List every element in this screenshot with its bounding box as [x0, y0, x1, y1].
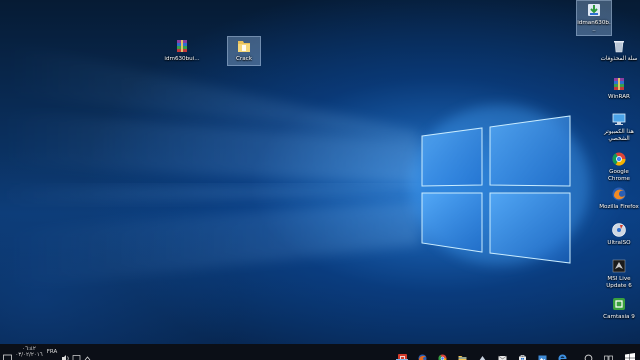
desktop-icon-mozilla-firefox[interactable]: Mozilla Firefox [598, 186, 640, 211]
desktop-icon-idm-build[interactable]: idm630bui... [156, 38, 208, 63]
taskbar-pictures[interactable] [532, 344, 552, 360]
desktop-icon-label: سلة المحذوفات [600, 56, 638, 62]
cortana-circle-icon [584, 348, 593, 360]
speaker-icon [61, 348, 70, 360]
desktop-icon-label: هذا الكمبيوتر الشخصي [604, 129, 634, 142]
desktop-icon-google-chrome[interactable]: Google Chrome [598, 151, 640, 182]
desktop-icon-ultraiso[interactable]: UltraISO [598, 222, 640, 247]
taskbar-camtasia[interactable] [392, 344, 412, 360]
desktop-icon-winrar[interactable]: WinRAR [598, 76, 640, 101]
desktop-icon-label: idm630bui... [164, 56, 200, 62]
desktop-icon-label: UltraISO [607, 240, 631, 246]
taskbar-file-explorer[interactable] [452, 344, 472, 360]
desktop-icon-msi-live-update[interactable]: MSI Live Update 6 [598, 258, 640, 289]
desktop-icon-label: Mozilla Firefox [599, 204, 639, 210]
recycle-bin-icon [611, 38, 627, 54]
desktop-icon-recycle-bin[interactable]: سلة المحذوفات [598, 38, 640, 63]
edge-app-icon [558, 348, 567, 360]
start-button[interactable] [618, 344, 640, 360]
taskbar-people[interactable] [472, 344, 492, 360]
desktop-icon-crack-folder[interactable]: Crack [227, 36, 261, 66]
camtasia-app-icon [397, 348, 407, 360]
winrar-archive-icon [174, 38, 190, 54]
volume-button[interactable] [60, 344, 71, 360]
store-app-icon [518, 348, 527, 360]
desktop-icon-this-pc[interactable]: هذا الكمبيوتر الشخصي [598, 111, 640, 142]
desktop-icon-label: MSI Live Update 6 [606, 276, 632, 289]
desktop-icon-label: Crack [236, 56, 252, 62]
chrome-app-icon [437, 348, 447, 360]
computer-icon [611, 111, 627, 127]
pictures-app-icon [538, 348, 547, 360]
chrome-icon [611, 151, 627, 167]
windows-logo-wallpaper [0, 40, 590, 290]
taskbar-edge[interactable] [552, 344, 572, 360]
notification-center-icon [2, 348, 12, 360]
taskbar-firefox[interactable] [412, 344, 432, 360]
taskbar-chrome[interactable] [432, 344, 452, 360]
desktop-icon-label: Camtasia 9 [603, 314, 635, 320]
task-view-button[interactable] [598, 344, 618, 360]
desktop-icon-label: idman630b... [577, 20, 611, 33]
desktop-icon-camtasia[interactable]: Camtasia 9 [598, 296, 640, 321]
network-icon [72, 348, 81, 360]
desktop-icon-label: Google Chrome [608, 169, 630, 182]
winrar-icon [611, 76, 627, 92]
taskbar-mail[interactable] [492, 344, 512, 360]
windows-start-icon [624, 348, 635, 360]
chevron-up-icon [83, 348, 92, 360]
clock-date: ٠٣/٠٢/٢٠١٦ [15, 352, 43, 358]
desktop-wallpaper [0, 0, 640, 344]
windows-logo-panes [418, 112, 575, 268]
network-button[interactable] [71, 344, 82, 360]
taskbar-clock[interactable]: ٠٦:٤٢ ٠٣/٠٢/٢٠١٦ [14, 346, 44, 358]
msi-dragon-icon [611, 258, 627, 274]
camtasia-icon [611, 296, 627, 312]
show-hidden-icons-button[interactable] [82, 344, 93, 360]
idm-installer-icon [586, 2, 602, 18]
file-explorer-icon [458, 348, 467, 360]
cortana-search-button[interactable] [578, 344, 598, 360]
firefox-app-icon [418, 348, 427, 360]
taskbar-store[interactable] [512, 344, 532, 360]
folder-icon [236, 38, 252, 54]
people-app-icon [478, 348, 487, 360]
desktop-icon-label: WinRAR [608, 94, 630, 100]
desktop-icon-idman-installer[interactable]: idman630b... [576, 0, 612, 37]
task-view-icon [603, 348, 613, 360]
mail-app-icon [497, 348, 507, 360]
ultraiso-disc-icon [611, 222, 627, 238]
taskbar: ٠٦:٤٢ ٠٣/٠٢/٢٠١٦ FRA [0, 344, 640, 360]
input-language-indicator[interactable]: FRA [44, 349, 60, 355]
firefox-icon [611, 186, 627, 202]
notifications-button[interactable] [0, 344, 14, 360]
